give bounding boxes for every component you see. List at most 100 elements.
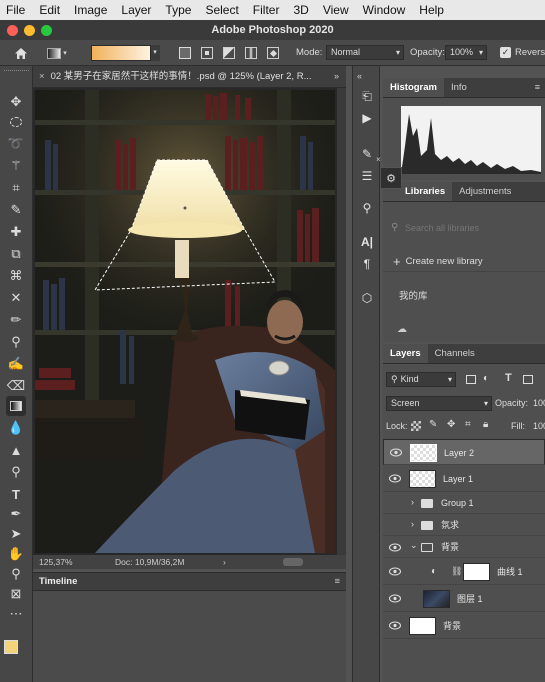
character-icon[interactable]: A| (359, 234, 375, 250)
magic-wand-icon[interactable]: ⚚ (6, 156, 26, 176)
brush-icon[interactable]: ✏ (6, 310, 26, 330)
reflected-gradient-button[interactable] (244, 45, 258, 61)
filter-pixel-icon[interactable] (466, 375, 476, 384)
layer-row[interactable]: › Group 1 (383, 493, 545, 514)
tool-preset-picker[interactable]: ▾ (46, 45, 68, 61)
pen-icon[interactable]: ✒ (6, 504, 26, 524)
horizontal-scroll-thumb[interactable] (283, 558, 303, 566)
chevron-right-icon[interactable]: › (411, 497, 414, 507)
library-search-field[interactable]: ⚲ (389, 218, 539, 238)
timeline-header[interactable]: Timeline ≡ (33, 573, 346, 591)
eye-icon[interactable] (389, 621, 401, 630)
canvas-area[interactable] (33, 88, 346, 555)
create-library-button[interactable]: + Create new library (383, 252, 545, 272)
menu-window[interactable]: Window (356, 3, 413, 17)
fill-value[interactable]: 100 (533, 421, 545, 431)
sharpen-icon[interactable]: ▲ (6, 440, 26, 460)
dodge-icon[interactable]: ⚲ (6, 462, 26, 482)
menu-edit[interactable]: Edit (32, 3, 67, 17)
chevron-down-icon[interactable]: ⌄ (410, 540, 418, 551)
tab-adjustments[interactable]: Adjustments (452, 182, 518, 201)
filter-adjustment-icon[interactable]: ◐ (483, 373, 489, 384)
patch-icon[interactable]: ⧉ (6, 244, 26, 264)
library-search-input[interactable] (405, 220, 537, 236)
layer-filter-select[interactable]: ⚲ Kind ▾ (386, 372, 456, 387)
lock-artboard-icon[interactable]: ⌗ (465, 419, 471, 430)
filter-type-icon[interactable]: T (505, 372, 512, 384)
content-aware-icon[interactable]: ⌘ (6, 266, 26, 286)
menu-type[interactable]: Type (158, 3, 198, 17)
eraser-icon[interactable]: ⌫ (6, 376, 26, 396)
shape-icon[interactable]: ⊠ (6, 584, 26, 604)
path-select-icon[interactable]: ➤ (6, 524, 26, 544)
actions-play-icon[interactable]: ▶ (359, 110, 375, 126)
lock-pixels-icon[interactable]: ✎ (429, 419, 437, 430)
eye-icon[interactable] (390, 448, 402, 457)
foreground-color-swatch[interactable] (4, 640, 18, 654)
layer-row[interactable]: Layer 1 (383, 466, 545, 492)
document-canvas[interactable] (35, 90, 335, 553)
transform-icon[interactable]: ✕ (6, 288, 26, 308)
brush-settings-icon[interactable]: ✎ (359, 146, 375, 162)
layer-row[interactable]: Layer 2 (383, 439, 545, 465)
panel-menu-icon[interactable]: ≡ (535, 82, 540, 92)
menu-file[interactable]: File (0, 3, 32, 17)
libraries-flyout-icon[interactable]: ⚙ (380, 167, 402, 189)
angle-gradient-button[interactable] (222, 45, 236, 61)
opacity-select[interactable]: 100% ▾ (445, 45, 487, 60)
layer-row[interactable]: ◐ ⛓ 曲线 1 (383, 559, 545, 585)
expand-panels-icon[interactable]: « (357, 71, 362, 81)
menu-select[interactable]: Select (198, 3, 245, 17)
mode-select[interactable]: Normal ▾ (326, 45, 404, 60)
zoom-level[interactable]: 125,37% (39, 555, 73, 569)
reverse-checkbox[interactable]: ✓ (500, 47, 511, 58)
toolbar-grip[interactable] (4, 70, 29, 73)
canvas-vertical-scrollbar[interactable] (337, 88, 346, 555)
layer-row[interactable]: ⌄ 背景 (383, 537, 545, 558)
history-icon[interactable]: ⎗ (359, 88, 375, 104)
gradient-icon[interactable] (6, 396, 26, 416)
eye-icon[interactable] (389, 567, 401, 576)
menu-3d[interactable]: 3D (286, 3, 315, 17)
tab-histogram[interactable]: Histogram (383, 78, 444, 97)
clone-source-icon[interactable]: ⚲ (359, 200, 375, 216)
eye-icon[interactable] (389, 594, 401, 603)
layer-row[interactable]: 背景 (383, 613, 545, 639)
tab-channels[interactable]: Channels (428, 344, 482, 363)
blend-mode-select[interactable]: Screen ▾ (386, 396, 492, 411)
clone-stamp-icon[interactable]: ⚲ (6, 332, 26, 352)
more-icon[interactable]: ⋯ (6, 604, 26, 624)
blur-icon[interactable]: 💧 (6, 418, 26, 438)
home-icon[interactable] (12, 45, 30, 61)
hand-icon[interactable]: ✋ (6, 544, 26, 564)
filter-shape-icon[interactable] (523, 375, 533, 384)
cloud-icon[interactable]: ☁ (397, 324, 407, 335)
tab-layers[interactable]: Layers (383, 344, 428, 363)
paragraph-icon[interactable]: ¶ (359, 256, 375, 272)
lock-position-icon[interactable]: ✥ (447, 419, 455, 430)
lasso-icon[interactable]: ➰ (6, 134, 26, 154)
flyout-close-icon[interactable]: × (376, 155, 381, 164)
menu-help[interactable]: Help (412, 3, 451, 17)
chevron-right-icon[interactable]: › (411, 519, 414, 529)
menu-layer[interactable]: Layer (114, 3, 158, 17)
history-brush-icon[interactable]: ✍ (6, 354, 26, 374)
library-item[interactable]: 我的库 (399, 288, 428, 302)
menu-image[interactable]: Image (67, 3, 114, 17)
move-icon[interactable]: ✥ (6, 92, 26, 112)
layer-opacity-value[interactable]: 100 (533, 398, 545, 408)
panel-menu-icon[interactable]: ≡ (334, 573, 340, 591)
gradient-picker[interactable]: ▾ (90, 45, 160, 61)
adjustments-icon[interactable]: ☰ (359, 168, 375, 184)
zoom-icon[interactable]: ⚲ (6, 564, 26, 584)
layer-row[interactable]: › 氛求 (383, 515, 545, 536)
status-arrow-icon[interactable]: › (223, 555, 226, 569)
menu-filter[interactable]: Filter (246, 3, 287, 17)
radial-gradient-button[interactable] (200, 45, 214, 61)
tab-info[interactable]: Info (444, 78, 474, 97)
eye-icon[interactable] (389, 474, 401, 483)
healing-brush-icon[interactable]: ✚ (6, 222, 26, 242)
close-tab-icon[interactable]: × (39, 71, 45, 82)
type-icon[interactable]: T (6, 484, 26, 504)
lock-icon[interactable]: 🔒︎ (483, 419, 488, 430)
